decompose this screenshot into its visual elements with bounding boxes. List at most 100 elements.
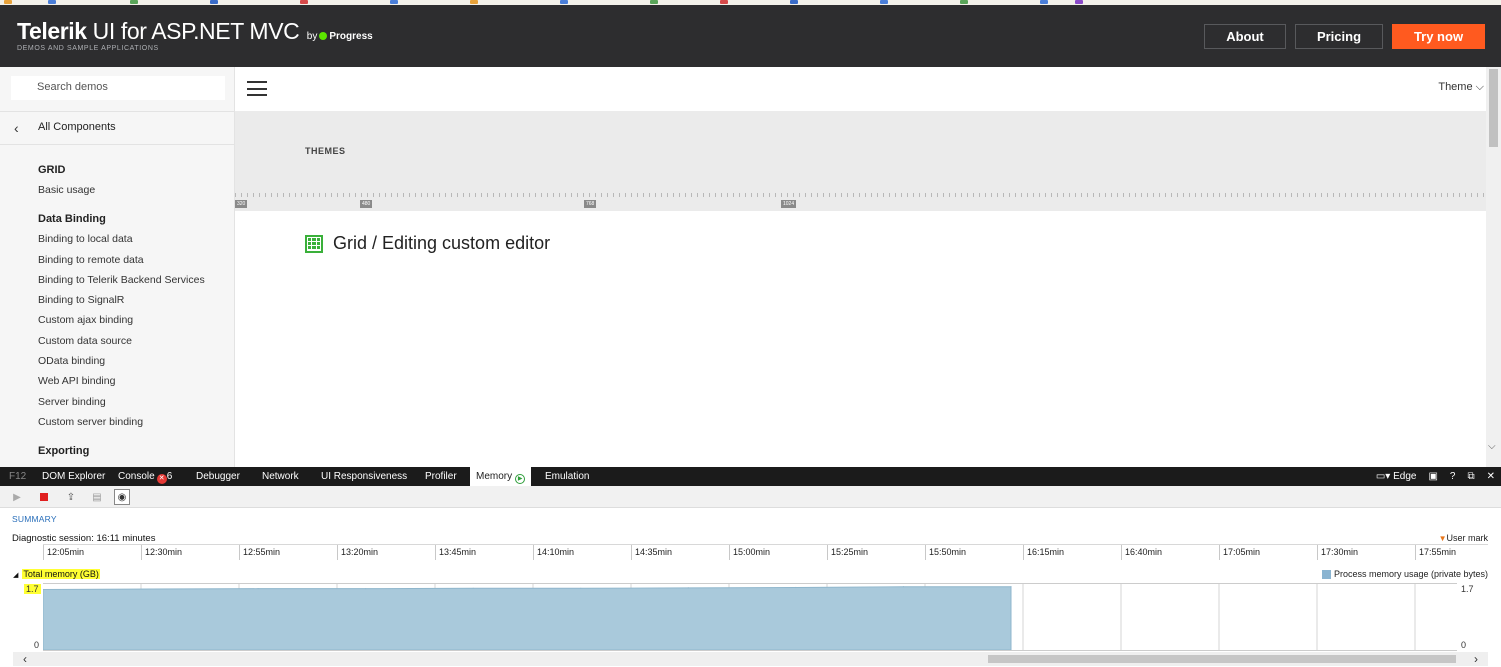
all-components-link[interactable]: ‹ All Components	[0, 111, 234, 145]
timeline-label: 17:55min	[1419, 547, 1457, 557]
timeline-scrollbar[interactable]: ‹ ›	[13, 652, 1488, 666]
logo-product: UI for ASP.NET MVC	[92, 18, 300, 44]
scrollbar-thumb[interactable]	[988, 655, 1456, 663]
tab-network[interactable]: Network	[262, 467, 299, 486]
timeline-label: 14:10min	[537, 547, 575, 557]
nav-item[interactable]: Basic usage	[38, 180, 233, 200]
memory-data-point	[580, 587, 582, 589]
timeline-label: 12:55min	[243, 547, 281, 557]
scrollbar-thumb[interactable]	[1489, 69, 1498, 147]
logo-subtitle: DEMOS AND SAMPLE APPLICATIONS	[17, 45, 159, 52]
all-components-label: All Components	[38, 121, 116, 133]
memory-data-point	[795, 586, 797, 589]
memory-legend: Process memory usage (private bytes)	[1321, 569, 1488, 579]
stop-session-icon[interactable]	[36, 489, 52, 505]
take-snapshot-icon[interactable]: ◉	[114, 489, 130, 505]
nav-item[interactable]: Binding to Telerik Backend Services	[38, 270, 233, 290]
timeline-label: 13:20min	[341, 547, 379, 557]
nav-section-title: GRID	[38, 164, 66, 176]
y-axis-max: 1.7	[24, 584, 41, 594]
about-button[interactable]: About	[1204, 24, 1286, 49]
nav-item[interactable]: Binding to local data	[38, 229, 233, 249]
close-icon[interactable]: ✕	[1487, 471, 1495, 482]
timeline-label: 15:25min	[831, 547, 869, 557]
tab-emulation[interactable]: Emulation	[545, 467, 589, 486]
timeline-label: 12:30min	[145, 547, 183, 557]
timeline-label: 14:35min	[635, 547, 673, 557]
nav-item[interactable]: OData binding	[38, 351, 233, 371]
nav-item[interactable]: Binding to SignalR	[38, 290, 233, 310]
tab-console[interactable]: Console ✕ 6	[118, 467, 172, 486]
nav-item[interactable]: Server binding	[38, 392, 233, 412]
ruler-mark[interactable]: 768	[584, 200, 597, 208]
start-session-icon[interactable]: ▶	[9, 489, 25, 505]
scroll-down-icon[interactable]: ⌵	[1488, 441, 1496, 452]
page-scrollbar[interactable]: ⌵	[1486, 67, 1501, 467]
diagnostic-session: Diagnostic session: 16:11 minutes	[12, 533, 156, 544]
scroll-right-icon[interactable]: ›	[1474, 652, 1478, 666]
console-error-count: 6	[166, 471, 173, 482]
help-icon[interactable]: ?	[1450, 471, 1456, 482]
content-toolbar: Theme ⌵	[235, 67, 1486, 111]
user-mark-label: User mark	[1446, 533, 1488, 543]
browser-mode-dropdown[interactable]: ▭▾ Edge	[1376, 471, 1417, 482]
theme-label: Theme	[1438, 81, 1473, 93]
import-icon[interactable]: ⇪	[63, 489, 79, 505]
nav-item[interactable]: Web API binding	[38, 371, 233, 391]
memory-section-header[interactable]: ◢ Total memory (GB)	[13, 569, 100, 579]
chevron-down-icon: ⌵	[1475, 81, 1484, 93]
tab-memory-label: Memory	[476, 471, 513, 482]
memory-data-point	[472, 587, 474, 589]
tab-memory[interactable]: Memory ▶	[470, 467, 532, 486]
ruler-mark[interactable]: 320	[235, 200, 248, 208]
ruler-mark[interactable]: 1024	[781, 200, 797, 208]
ruler-mark[interactable]: 480	[360, 200, 373, 208]
console-toggle-icon[interactable]: ▣	[1428, 471, 1437, 482]
progress-logo-icon	[319, 32, 328, 40]
tab-profiler[interactable]: Profiler	[425, 467, 457, 486]
theme-dropdown[interactable]: Theme ⌵	[1438, 81, 1484, 94]
timeline-label: 13:45min	[439, 547, 477, 557]
themes-panel: THEMES	[235, 111, 1486, 193]
demo-title: Grid / Editing custom editor	[305, 233, 550, 254]
scroll-left-icon[interactable]: ‹	[23, 652, 27, 666]
memory-chart[interactable]	[43, 583, 1457, 651]
breakpoint-ruler: 320 480 768 1024	[235, 193, 1486, 211]
logo-by: by	[306, 31, 318, 42]
tab-ui-responsiveness[interactable]: UI Responsiveness	[321, 467, 407, 486]
timeline-label: 16:40min	[1125, 547, 1163, 557]
devtools-tabbar: F12 DOM Explorer Console ✕ 6 Debugger Netw…	[0, 467, 1501, 486]
tab-debugger[interactable]: Debugger	[196, 467, 240, 486]
pricing-button[interactable]: Pricing	[1295, 24, 1383, 49]
demo-sidebar: Search demos ‹ All Components GRID Basic…	[0, 67, 235, 467]
timeline-ruler[interactable]: 12:05min 12:30min 12:55min 13:20min 13:45min…	[43, 544, 1488, 566]
summary-label: SUMMARY	[12, 514, 57, 524]
device-icon: ▭▾	[1375, 471, 1391, 482]
nav-item[interactable]: Custom server binding	[38, 412, 233, 432]
legend-swatch	[1321, 569, 1331, 579]
memory-data-point	[1010, 586, 1012, 588]
try-now-button[interactable]: Try now	[1392, 24, 1485, 49]
y-axis-min-right: 0	[1461, 640, 1467, 650]
nav-item[interactable]: Custom data source	[38, 331, 233, 351]
y-axis-max-right: 1.7	[1461, 584, 1474, 594]
undock-icon[interactable]: ⧉	[1467, 471, 1474, 482]
nav-item[interactable]: Binding to remote data	[38, 250, 233, 270]
save-icon[interactable]: ▤	[89, 489, 105, 505]
memory-data-point	[149, 588, 152, 590]
hamburger-menu-icon[interactable]	[247, 81, 267, 96]
site-header: Telerik UI for ASP.NET MVC by Progress DE…	[0, 5, 1501, 67]
memory-area-series	[43, 586, 1012, 650]
memory-data-point	[687, 587, 689, 589]
telerik-logo[interactable]: Telerik UI for ASP.NET MVC by Progress DE…	[17, 18, 373, 52]
tab-dom-explorer[interactable]: DOM Explorer	[42, 467, 105, 486]
search-demos-input[interactable]: Search demos	[11, 76, 225, 100]
nav-item[interactable]: Custom ajax binding	[38, 310, 233, 330]
memory-data-point	[902, 586, 905, 588]
tab-console-label: Console	[118, 471, 155, 482]
memory-data-point	[365, 588, 367, 590]
logo-company: Progress	[329, 31, 373, 42]
recording-icon: ▶	[515, 474, 526, 484]
f12-label: F12	[9, 471, 27, 482]
timeline-label: 17:30min	[1321, 547, 1359, 557]
